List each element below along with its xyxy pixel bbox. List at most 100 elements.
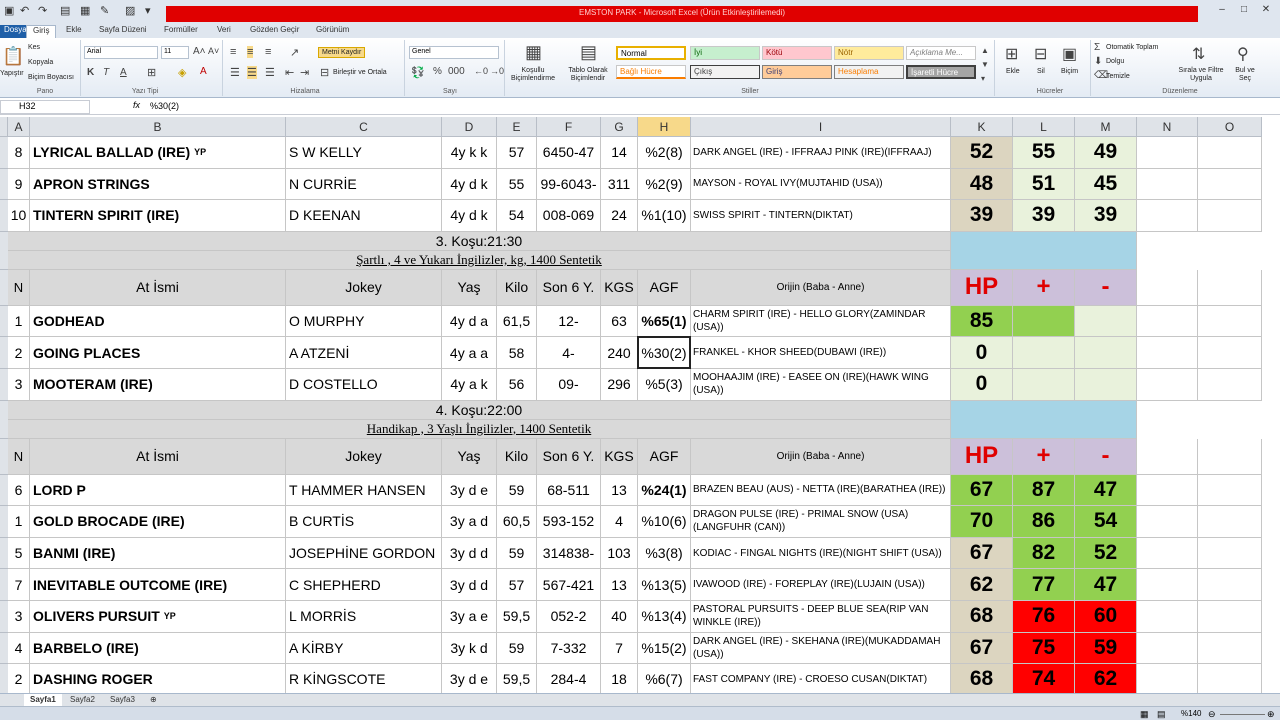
customize-icon[interactable]: ▾: [145, 4, 151, 20]
cell-hp[interactable]: 39: [951, 200, 1013, 232]
styles-scroll-down-icon[interactable]: ▼: [981, 60, 989, 69]
undo-icon[interactable]: ↶: [20, 4, 29, 20]
cell-minus[interactable]: 45: [1075, 168, 1137, 201]
style-normal[interactable]: Normal: [616, 46, 686, 60]
formula-input[interactable]: %30(2): [150, 101, 179, 111]
cell-n[interactable]: 7: [8, 569, 30, 601]
empty-cell[interactable]: [1198, 601, 1262, 633]
sort-filter-button[interactable]: Sırala ve Filtre Uygula: [1175, 67, 1227, 83]
cell-kilo[interactable]: 59: [497, 474, 537, 507]
cell-orijin[interactable]: BRAZEN BEAU (AUS) - NETTA (IRE)(BARATHEA…: [691, 474, 951, 507]
cell-hp[interactable]: 67: [951, 537, 1013, 570]
font-color-icon[interactable]: A: [200, 66, 207, 77]
cell-minus[interactable]: 49: [1075, 137, 1137, 169]
cell-age[interactable]: 4y d a: [442, 305, 497, 338]
format-cells-button[interactable]: Biçim: [1061, 68, 1078, 75]
cell-jockey[interactable]: R KİNGSCOTE: [286, 664, 442, 696]
column-header-o[interactable]: O: [1198, 117, 1262, 137]
column-header-b[interactable]: B: [30, 117, 286, 137]
empty-cell[interactable]: [1137, 200, 1198, 232]
style-linked-cell[interactable]: Bağlı Hücre: [616, 65, 686, 79]
currency-icon[interactable]: 💱: [411, 66, 425, 79]
cell-n[interactable]: 2: [8, 337, 30, 369]
empty-cell[interactable]: [1137, 369, 1198, 401]
styles-more-icon[interactable]: ▾: [981, 74, 985, 83]
column-header-e[interactable]: E: [497, 117, 537, 137]
row-header[interactable]: [0, 137, 8, 169]
decrease-indent-icon[interactable]: ⇤: [285, 66, 294, 79]
cell-kgs[interactable]: 24: [601, 200, 638, 232]
cell-age[interactable]: 4y a a: [442, 337, 497, 369]
row-header[interactable]: [0, 438, 8, 475]
cell-jockey[interactable]: O MURPHY: [286, 305, 442, 338]
cell-jockey[interactable]: A ATZENİ: [286, 337, 442, 369]
cell-hp[interactable]: 68: [951, 601, 1013, 633]
select-all-corner[interactable]: [0, 117, 8, 137]
paste-button[interactable]: Yapıştır: [0, 70, 24, 77]
comma-icon[interactable]: 000: [448, 66, 465, 77]
minimize-icon[interactable]: –: [1214, 4, 1230, 20]
tab-home[interactable]: Giriş: [26, 25, 57, 38]
cell-n[interactable]: 5: [8, 537, 30, 570]
empty-cell[interactable]: [1137, 537, 1198, 570]
cell-kilo[interactable]: 59: [497, 537, 537, 570]
cell-minus[interactable]: 62: [1075, 664, 1137, 696]
empty-cell[interactable]: [1137, 168, 1198, 201]
clear-button[interactable]: Temizle: [1106, 73, 1130, 80]
cell-son6[interactable]: 284-4: [537, 664, 601, 696]
cell-n[interactable]: 2: [8, 664, 30, 696]
cell-age[interactable]: 3y d e: [442, 664, 497, 696]
cell-plus[interactable]: 76: [1013, 601, 1075, 633]
row-header[interactable]: [0, 200, 8, 232]
insert-cells-icon[interactable]: ⊞: [1005, 44, 1018, 64]
style-neutral[interactable]: Nötr: [834, 46, 904, 60]
empty-cell[interactable]: [1137, 632, 1198, 665]
cell-agf[interactable]: %30(2): [638, 337, 691, 369]
excel-logo-icon[interactable]: ▣: [4, 4, 14, 20]
cell-orijin[interactable]: KODIAC - FINGAL NIGHTS (IRE)(NIGHT SHIFT…: [691, 537, 951, 570]
cell-name[interactable]: GOING PLACES: [30, 337, 286, 369]
cell-agf[interactable]: %15(2): [638, 632, 691, 665]
row-header[interactable]: [0, 337, 8, 369]
cell-plus[interactable]: 77: [1013, 569, 1075, 601]
cell-n[interactable]: 8: [8, 137, 30, 169]
close-icon[interactable]: ✕: [1258, 4, 1274, 20]
increase-indent-icon[interactable]: ⇥: [300, 66, 309, 79]
cell-agf[interactable]: %5(3): [638, 369, 691, 401]
empty-cell[interactable]: [1137, 506, 1198, 538]
cell-minus[interactable]: [1075, 305, 1137, 338]
cell-minus[interactable]: 59: [1075, 632, 1137, 665]
autosum-button[interactable]: Otomatik Toplam: [1106, 44, 1158, 51]
cell-n[interactable]: 4: [8, 632, 30, 665]
cell-hp[interactable]: 52: [951, 137, 1013, 169]
cell-orijin[interactable]: FAST COMPANY (IRE) - CROESO CUSAN(DIKTAT…: [691, 664, 951, 696]
empty-cell[interactable]: [1198, 537, 1262, 570]
cell-minus[interactable]: 47: [1075, 474, 1137, 507]
cell-kgs[interactable]: 296: [601, 369, 638, 401]
row-header[interactable]: [0, 506, 8, 538]
merge-center-button[interactable]: Birleştir ve Ortala: [333, 69, 387, 76]
empty-cell[interactable]: [1198, 569, 1262, 601]
column-header-h[interactable]: H: [638, 117, 691, 137]
print-icon[interactable]: ▨: [125, 4, 135, 20]
maximize-icon[interactable]: □: [1236, 4, 1252, 20]
cell-son6[interactable]: 7-332: [537, 632, 601, 665]
cell-name[interactable]: MOOTERAM (IRE): [30, 369, 286, 401]
cell-kilo[interactable]: 54: [497, 200, 537, 232]
cell-orijin[interactable]: IVAWOOD (IRE) - FOREPLAY (IRE)(LUJAIN (U…: [691, 569, 951, 601]
column-header-i[interactable]: I: [691, 117, 951, 137]
insert-cells-button[interactable]: Ekle: [1006, 68, 1020, 75]
cell-jockey[interactable]: L MORRİS: [286, 601, 442, 633]
fill-icon[interactable]: ⬇: [1094, 56, 1102, 67]
cell-minus[interactable]: 60: [1075, 601, 1137, 633]
zoom-level[interactable]: %140: [1181, 709, 1201, 718]
zoom-slider[interactable]: [1220, 714, 1265, 715]
column-header-d[interactable]: D: [442, 117, 497, 137]
cell-orijin[interactable]: DRAGON PULSE (IRE) - PRIMAL SNOW (USA)(L…: [691, 506, 951, 538]
tab-data[interactable]: Veri: [217, 25, 231, 38]
cell-n[interactable]: 10: [8, 200, 30, 232]
cell-hp[interactable]: 62: [951, 569, 1013, 601]
row-header[interactable]: [0, 537, 8, 570]
cell-son6[interactable]: 052-2: [537, 601, 601, 633]
cell-agf[interactable]: %3(8): [638, 537, 691, 570]
